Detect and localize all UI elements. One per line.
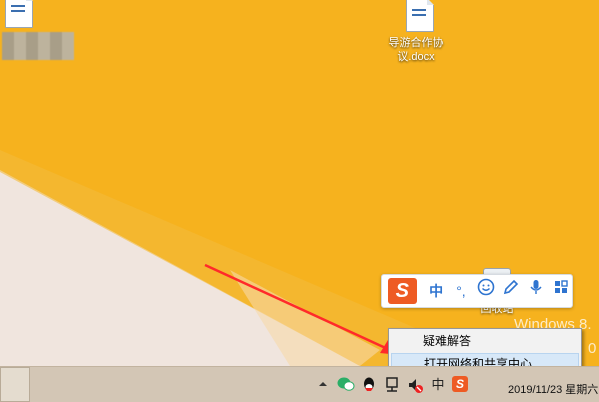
word-doc-icon bbox=[396, 0, 436, 34]
sogou-tray-icon[interactable]: S bbox=[452, 375, 470, 394]
grid-icon[interactable] bbox=[549, 278, 572, 304]
wechat-icon[interactable] bbox=[337, 376, 355, 394]
ime-mode-button[interactable]: 中 bbox=[425, 278, 448, 304]
ime-punct-button[interactable]: °, bbox=[450, 278, 473, 304]
windows-watermark-version: 0 bbox=[588, 340, 597, 357]
desktop-icon-label: 导游合作协 议.docx bbox=[388, 37, 444, 63]
network-icon[interactable] bbox=[383, 376, 401, 394]
desktop-icon-doc[interactable]: 导游合作协 议.docx bbox=[371, 0, 461, 64]
sogou-logo-icon[interactable]: S bbox=[388, 278, 417, 304]
pen-icon[interactable] bbox=[499, 278, 522, 304]
sound-muted-icon[interactable] bbox=[406, 376, 424, 394]
desktop: 导游合作协 议.docx 回收站 Windows 8. 0 bbox=[0, 0, 599, 366]
system-tray: 中 S bbox=[309, 367, 470, 402]
taskbar-clock[interactable]: 2019/11/23 星期六 bbox=[508, 381, 598, 397]
menu-item-troubleshoot[interactable]: 疑难解答 bbox=[391, 330, 579, 352]
qq-icon[interactable] bbox=[360, 376, 378, 394]
desktop-icon-file[interactable] bbox=[0, 0, 60, 30]
taskbar-app-button[interactable] bbox=[0, 367, 30, 402]
microphone-icon[interactable] bbox=[524, 278, 547, 304]
blurred-icon-label bbox=[2, 32, 74, 60]
taskbar: 中 S 2019/11/23 星期六 bbox=[0, 366, 599, 402]
ime-indicator[interactable]: 中 bbox=[429, 376, 447, 394]
word-doc-icon bbox=[0, 0, 35, 30]
show-hidden-icons-chevron-icon[interactable] bbox=[314, 376, 332, 394]
ime-toolbar[interactable]: S 中 °, bbox=[381, 274, 573, 308]
smiley-icon[interactable] bbox=[474, 278, 497, 304]
